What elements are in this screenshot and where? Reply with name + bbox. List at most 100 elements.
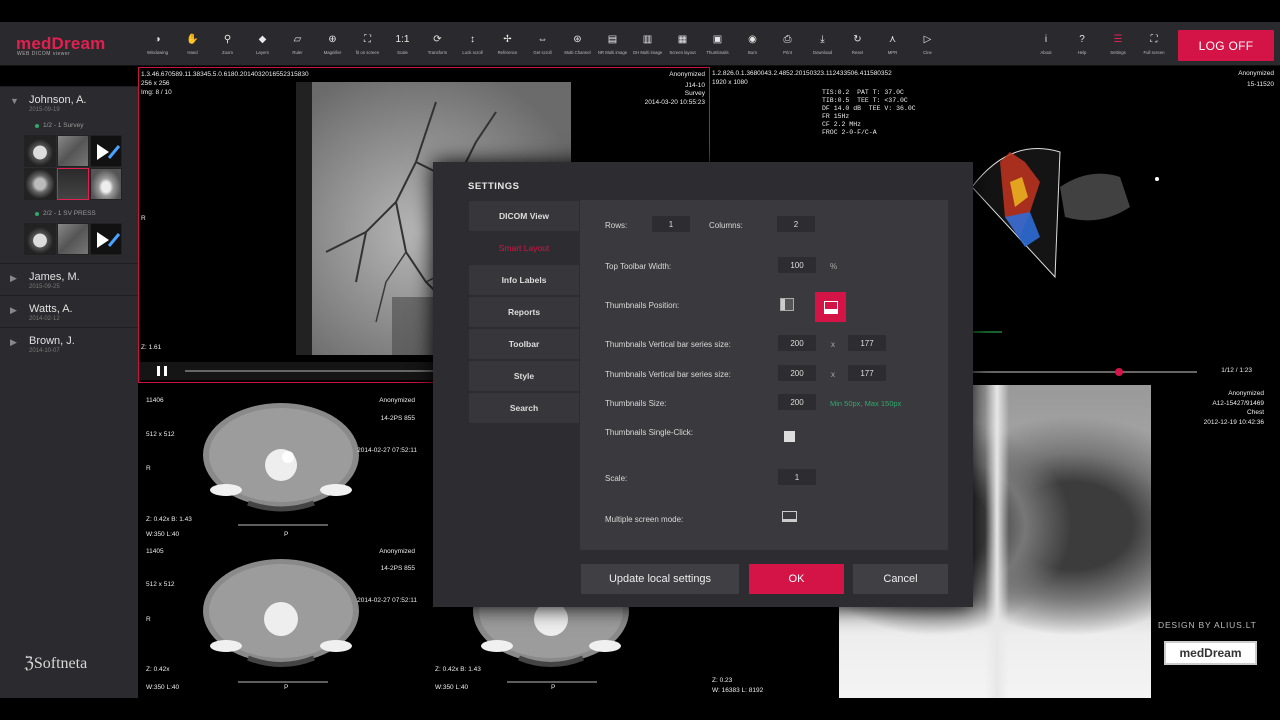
thumb-vbar-width-input-2[interactable]: 200 <box>778 365 816 381</box>
thumbnail[interactable] <box>24 168 56 200</box>
toolbar-zoom-button[interactable]: ⚲ Zoom <box>210 22 245 66</box>
thumb-vbar-width-input[interactable]: 200 <box>778 335 816 351</box>
echo-scrollbar[interactable] <box>972 371 1197 373</box>
update-local-settings-button[interactable]: Update local settings <box>581 564 739 594</box>
toolbar-tools: ◑ Windowing ✋ Hand ⚲ Zoom ◆ Layers ▱ Ruler ⊕ Magnif… <box>140 22 945 66</box>
scale-input[interactable]: 1 <box>778 469 816 485</box>
thumbnail[interactable] <box>90 135 122 167</box>
toolbar-thumbnails-button[interactable]: ▣ Thumbnails <box>700 22 735 66</box>
settings-nav-search[interactable]: Search <box>469 393 579 423</box>
toolbar-download-button[interactable]: ⤓ Download <box>805 22 840 66</box>
echo-scroll-thumb[interactable] <box>1115 368 1123 376</box>
chevron-right-icon: ▶ <box>10 337 17 347</box>
patient-item[interactable]: ▶ Brown, J. 2014-10-07 <box>0 327 138 359</box>
toolbar-play-button[interactable]: ▷ Cine <box>910 22 945 66</box>
settings-nav-smart-layout[interactable]: Smart Layout <box>469 233 579 263</box>
image-size: 512 x 512 <box>146 581 175 588</box>
thumbnail[interactable] <box>90 223 122 255</box>
study-date: 2014-03-20 10:55:23 <box>644 99 705 106</box>
toolbar-get-scroll-button[interactable]: ⇔ Get scroll <box>525 22 560 66</box>
thumbnail[interactable] <box>90 168 122 200</box>
toolbar-grid-button[interactable]: ▦ Screen layout <box>665 22 700 66</box>
toolbar-settings-button[interactable]: ☰ Settings <box>1100 22 1136 66</box>
toolbar-fit-button[interactable]: ⛶ fit on screen <box>350 22 385 66</box>
thumbnails-icon: ▣ <box>712 34 723 45</box>
toolbar-multi-channel-button[interactable]: ⊛ Multi Channel <box>560 22 595 66</box>
zoom-icon: ⚲ <box>223 34 232 45</box>
toolbar-print-button[interactable]: ⎙ Print <box>770 22 805 66</box>
toolbar-reference-button[interactable]: ✢ Reference <box>490 22 525 66</box>
toolbar-transform-button[interactable]: ⟳ Transform <box>420 22 455 66</box>
toolbar-hand-button[interactable]: ✋ Hand <box>175 22 210 66</box>
top-toolbar: medDream WEB DICOM viewer ◑ Windowing ✋ Han… <box>0 22 1280 66</box>
thumbnails-single-click-checkbox[interactable] <box>784 431 795 442</box>
viewport-ct-2[interactable]: 11405 512 x 512 Anonymized 14-2PS 855 20… <box>138 543 425 698</box>
thumbnail-selected[interactable] <box>57 168 89 200</box>
toolbar-button-label: Get scroll <box>533 49 552 55</box>
toolbar-burn-button[interactable]: ◉ Burn <box>735 22 770 66</box>
monitor-icon[interactable] <box>782 511 797 522</box>
thumb-vbar-height-input[interactable]: 177 <box>848 335 886 351</box>
toolbar-info-button[interactable]: i About <box>1028 22 1064 66</box>
patient-item[interactable]: ▶ Watts, A. 2014-02-12 <box>0 295 138 327</box>
columns-input[interactable]: 2 <box>777 216 815 232</box>
settings-nav-dicom-view[interactable]: DICOM View <box>469 201 579 231</box>
toolbar-multi-image-button[interactable]: ▤ NR Multi image <box>595 22 630 66</box>
lock-scroll-icon: ↕ <box>470 34 475 45</box>
multiple-screen-label: Multiple screen mode: <box>605 515 684 524</box>
settings-nav-info-labels[interactable]: Info Labels <box>469 265 579 295</box>
toolbar-mpr-button[interactable]: ⋏ MPR <box>875 22 910 66</box>
percent-unit: % <box>830 262 838 271</box>
play-icon <box>97 232 121 248</box>
study-id: J14-10 <box>685 82 705 89</box>
thumbnails-size-input[interactable]: 200 <box>778 394 816 410</box>
settings-panel: Rows: 1 Columns: 2 Top Toolbar Width: 10… <box>580 200 948 550</box>
chevron-right-icon: ▶ <box>10 273 17 283</box>
patient-item[interactable]: ▶ James, M. 2015-09-25 <box>0 263 138 295</box>
multi-image-icon: ▤ <box>607 34 618 45</box>
reset-icon: ↻ <box>853 34 862 45</box>
toolbar-scale-button[interactable]: 1:1 Scale <box>385 22 420 66</box>
thumbnail[interactable] <box>24 135 56 167</box>
thumbnail[interactable] <box>57 135 89 167</box>
letterbox-bottom <box>0 698 1280 720</box>
times-sign: x <box>831 340 835 349</box>
toolbar-magnifier-button[interactable]: ⊕ Magnifier <box>315 22 350 66</box>
toolbar-lock-scroll-button[interactable]: ↕ Lock scroll <box>455 22 490 66</box>
settings-nav-reports[interactable]: Reports <box>469 297 579 327</box>
study-desc: Survey <box>684 90 705 97</box>
thumb-position-left-icon[interactable] <box>780 298 794 311</box>
thumb-position-bottom-icon[interactable] <box>815 292 846 322</box>
cancel-button[interactable]: Cancel <box>853 564 948 594</box>
ok-button[interactable]: OK <box>749 564 844 594</box>
series-label[interactable]: 2/2 - 1 SV PRESS <box>0 204 138 223</box>
settings-nav-style[interactable]: Style <box>469 361 579 391</box>
thumbnail[interactable] <box>57 223 89 255</box>
top-toolbar-width-input[interactable]: 100 <box>778 257 816 273</box>
pause-icon[interactable] <box>157 366 167 376</box>
toolbar-contrast-button[interactable]: ◑ Windowing <box>140 22 175 66</box>
app-logo-subtitle: WEB DICOM viewer <box>17 51 71 57</box>
orientation-bottom: P <box>551 684 556 691</box>
layers-icon: ◆ <box>258 34 267 45</box>
toolbar-reset-button[interactable]: ↻ Reset <box>840 22 875 66</box>
thumb-vbar-height-input-2[interactable]: 177 <box>848 365 886 381</box>
toolbar-help-button[interactable]: ? Help <box>1064 22 1100 66</box>
toolbar-right-tools: i About? Help ☰ Settings ⛶ Full screen <box>1028 22 1172 66</box>
patient-name: Watts, A. <box>29 303 73 315</box>
toolbar-multi-image-2-button[interactable]: ▥ GH Multi image <box>630 22 665 66</box>
zoom-label: Z: 1.61 <box>141 344 162 351</box>
viewport-ct-1[interactable]: 11406 512 x 512 Anonymized 14-2PS 855 20… <box>138 385 425 541</box>
toolbar-layers-button[interactable]: ◆ Layers <box>245 22 280 66</box>
toolbar-button-label: Magnifier <box>323 49 342 55</box>
toolbar-fullscreen-button[interactable]: ⛶ Full screen <box>1136 22 1172 66</box>
toolbar-ruler-button[interactable]: ▱ Ruler <box>280 22 315 66</box>
rows-input[interactable]: 1 <box>652 216 690 232</box>
logoff-button[interactable]: LOG OFF <box>1178 30 1274 61</box>
patient-item[interactable]: ▼ Johnson, A. 2015-09-19 <box>0 86 138 116</box>
magnifier-icon: ⊕ <box>328 34 337 45</box>
thumbnail[interactable] <box>24 223 56 255</box>
settings-nav-toolbar[interactable]: Toolbar <box>469 329 579 359</box>
anonymized-label: Anonymized <box>1228 390 1264 397</box>
series-label[interactable]: 1/2 - 1 Survey <box>0 116 138 135</box>
